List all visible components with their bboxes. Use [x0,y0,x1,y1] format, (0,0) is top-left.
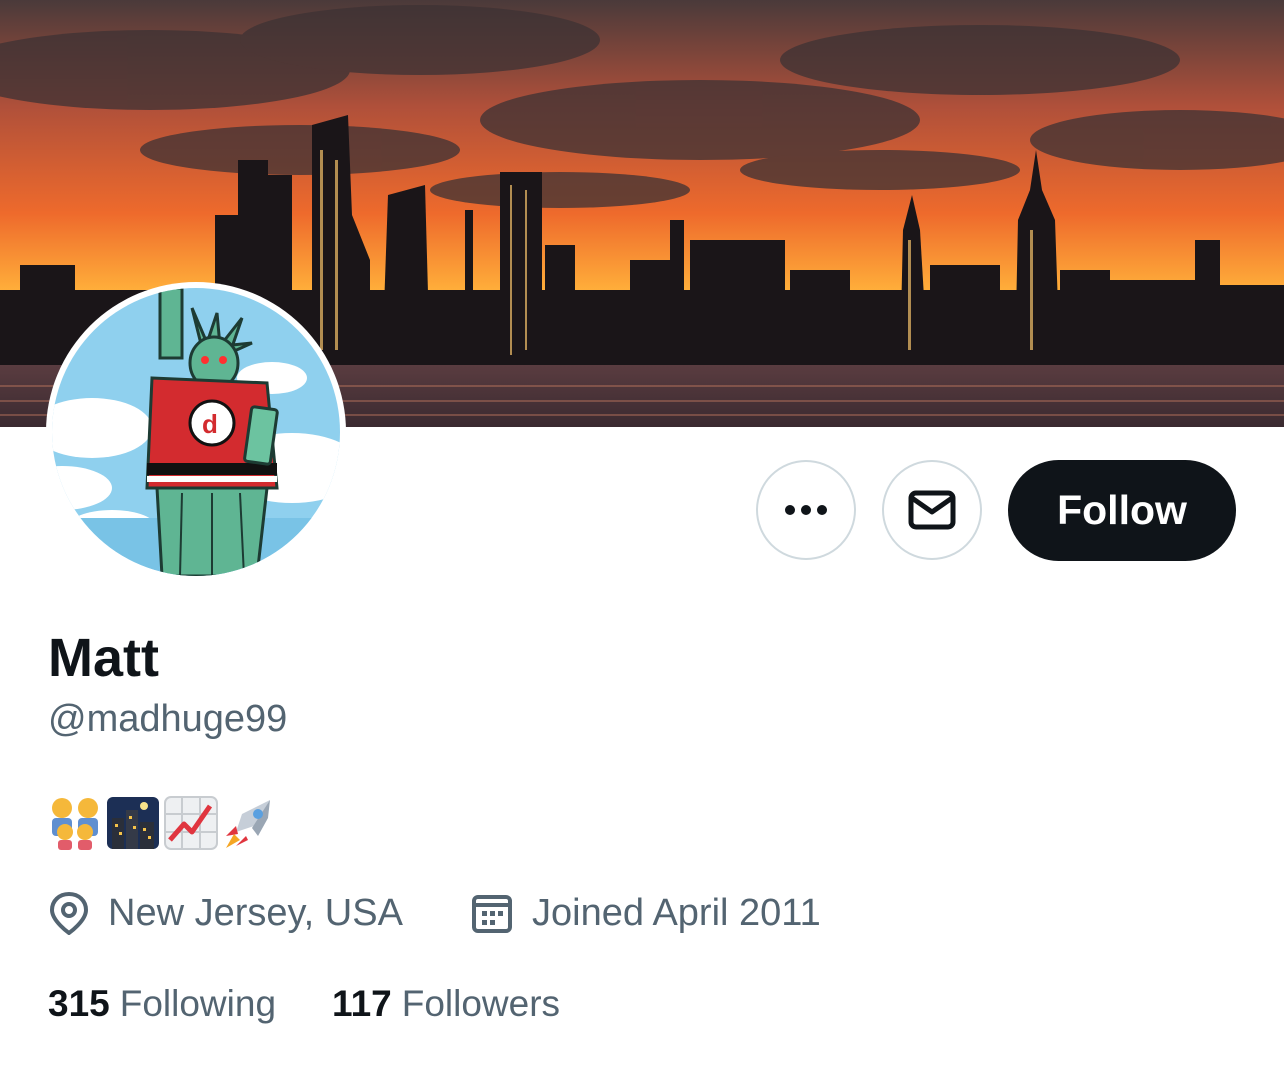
more-button[interactable] [756,460,856,560]
location-pin-icon [49,891,89,935]
chart-increasing-emoji [164,796,218,850]
username-handle: @madhuge99 [48,698,288,740]
svg-text:d: d [202,409,218,439]
rocket-emoji [226,800,270,848]
followers-label: Followers [401,983,561,1024]
following-label: Following [119,983,277,1024]
family-emoji [52,798,98,850]
location-text: New Jersey, USA [108,892,403,934]
display-name: Matt [48,628,159,688]
more-icon [785,505,827,515]
follow-stats: 315 Following 117 Followers [48,978,560,1030]
night-city-emoji [107,797,159,849]
message-button[interactable] [882,460,982,560]
avatar[interactable]: d [46,282,346,582]
followers-count: 117 [332,983,392,1024]
bio [48,796,276,850]
following-count: 315 [48,983,110,1024]
join-date-text: Joined April 2011 [532,892,821,934]
location: New Jersey, USA [48,887,403,939]
follow-button[interactable]: Follow [1008,460,1236,561]
followers-link[interactable]: 117 Followers [332,978,560,1030]
calendar-icon [472,895,512,933]
avatar-image: d [52,288,340,576]
join-date: Joined April 2011 [470,887,821,939]
mail-icon [908,490,956,530]
following-link[interactable]: 315 Following [48,978,276,1030]
